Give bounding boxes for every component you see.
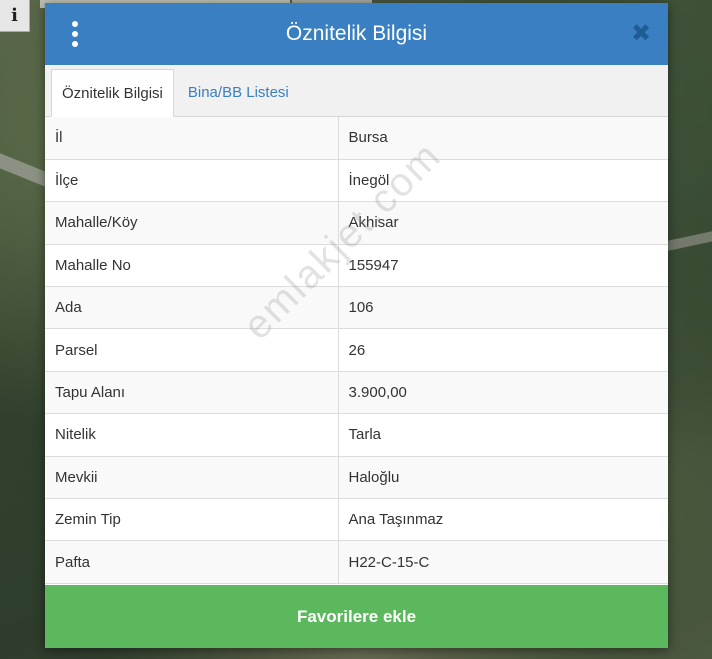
add-to-favorites-button[interactable]: Favorilere ekle: [45, 585, 668, 648]
tab-building-list[interactable]: Bina/BB Listesi: [174, 68, 299, 116]
table-row: Mahalle/Köy Akhisar: [45, 201, 668, 245]
attribute-value: 155947: [338, 244, 668, 288]
attribute-key: Mevkii: [45, 456, 339, 500]
attribute-value: Haloğlu: [338, 456, 668, 500]
modal-title: Öznitelik Bilgisi: [285, 22, 428, 45]
attribute-key: Zemin Tip: [45, 498, 339, 542]
attribute-key: Mahalle No: [45, 244, 339, 288]
kebab-menu-icon[interactable]: [70, 21, 80, 47]
attribute-value: Bursa: [338, 117, 668, 160]
attribute-key: Ada: [45, 286, 339, 330]
modal-header: Öznitelik Bilgisi ✖: [45, 3, 668, 65]
attribute-table: İl Bursa İlçe İnegöl Mahalle/Köy Akhisar…: [45, 117, 668, 584]
table-row: Pafta H22-C-15-C: [45, 540, 668, 584]
attribute-value: 3.900,00: [338, 371, 668, 415]
info-icon: i: [11, 5, 18, 26]
tab-bar: Öznitelik Bilgisi Bina/BB Listesi: [45, 65, 668, 117]
attribute-key: Parsel: [45, 328, 339, 372]
attribute-key: Pafta: [45, 540, 339, 584]
tab-attribute-info[interactable]: Öznitelik Bilgisi: [51, 69, 174, 117]
attribute-value: Tarla: [338, 413, 668, 457]
table-row: Nitelik Tarla: [45, 413, 668, 457]
info-tool-button[interactable]: i: [0, 0, 30, 32]
table-row: Mevkii Haloğlu: [45, 456, 668, 500]
table-row: Tapu Alanı 3.900,00: [45, 371, 668, 415]
attribute-value: 106: [338, 286, 668, 330]
attribute-info-modal: Öznitelik Bilgisi ✖ Öznitelik Bilgisi Bi…: [45, 3, 668, 648]
attribute-value: Akhisar: [338, 201, 668, 245]
table-row: İlçe İnegöl: [45, 159, 668, 203]
table-row: Parsel 26: [45, 328, 668, 372]
attribute-value: İnegöl: [338, 159, 668, 203]
attribute-value: H22-C-15-C: [338, 540, 668, 584]
close-icon[interactable]: ✖: [630, 21, 652, 45]
table-row: Zemin Tip Ana Taşınmaz: [45, 498, 668, 542]
attribute-table-container: İl Bursa İlçe İnegöl Mahalle/Köy Akhisar…: [45, 117, 668, 585]
table-row: İl Bursa: [45, 117, 668, 160]
attribute-key: Mahalle/Köy: [45, 201, 339, 245]
attribute-key: İlçe: [45, 159, 339, 203]
attribute-key: Tapu Alanı: [45, 371, 339, 415]
attribute-key: Nitelik: [45, 413, 339, 457]
attribute-value: Ana Taşınmaz: [338, 498, 668, 542]
table-row: Mahalle No 155947: [45, 244, 668, 288]
attribute-value: 26: [338, 328, 668, 372]
table-row: Ada 106: [45, 286, 668, 330]
attribute-key: İl: [45, 117, 339, 160]
